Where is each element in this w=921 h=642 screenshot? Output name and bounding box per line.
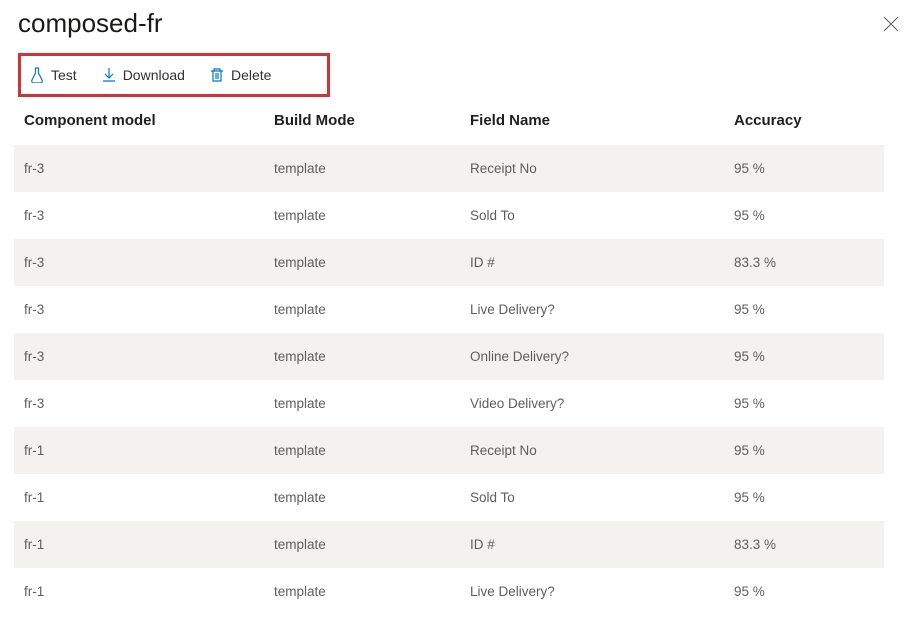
delete-label: Delete — [231, 67, 271, 83]
download-label: Download — [123, 67, 185, 83]
cell-field-name: Sold To — [460, 192, 724, 239]
panel-title: composed-fr — [18, 8, 163, 39]
cell-build-mode: template — [264, 145, 460, 192]
cell-field-name: Receipt No — [460, 427, 724, 474]
cell-component-model: fr-3 — [14, 145, 264, 192]
table-row[interactable]: fr-1templateReceipt No95 % — [14, 427, 884, 474]
cell-accuracy: 95 % — [724, 568, 884, 615]
close-icon — [883, 16, 899, 32]
cell-component-model: fr-1 — [14, 521, 264, 568]
table-row[interactable]: fr-3templateLive Delivery?95 % — [14, 286, 884, 333]
cell-build-mode: template — [264, 380, 460, 427]
cell-accuracy: 95 % — [724, 286, 884, 333]
download-button[interactable]: Download — [99, 63, 187, 87]
cell-accuracy: 95 % — [724, 474, 884, 521]
cell-build-mode: template — [264, 474, 460, 521]
delete-button[interactable]: Delete — [207, 63, 273, 87]
cell-field-name: Live Delivery? — [460, 568, 724, 615]
table-scroll-region[interactable]: Component model Build Mode Field Name Ac… — [14, 98, 917, 638]
cell-field-name: Sold To — [460, 474, 724, 521]
fields-table: Component model Build Mode Field Name Ac… — [14, 98, 884, 615]
table-row[interactable]: fr-1templateID #83.3 % — [14, 521, 884, 568]
test-button[interactable]: Test — [27, 63, 79, 87]
cell-accuracy: 95 % — [724, 333, 884, 380]
heading-row: composed-fr — [18, 8, 903, 39]
table-row[interactable]: fr-3templateSold To95 % — [14, 192, 884, 239]
cell-field-name: ID # — [460, 239, 724, 286]
cell-accuracy: 95 % — [724, 145, 884, 192]
cell-build-mode: template — [264, 192, 460, 239]
trash-icon — [209, 67, 225, 83]
cell-field-name: Receipt No — [460, 145, 724, 192]
cell-component-model: fr-3 — [14, 286, 264, 333]
table-row[interactable]: fr-3templateID #83.3 % — [14, 239, 884, 286]
download-icon — [101, 67, 117, 83]
close-button[interactable] — [879, 12, 903, 39]
flask-icon — [29, 67, 45, 83]
test-label: Test — [51, 67, 77, 83]
model-details-panel: composed-fr Test Download — [0, 0, 921, 642]
cell-field-name: Live Delivery? — [460, 286, 724, 333]
cell-accuracy: 83.3 % — [724, 239, 884, 286]
cell-field-name: Video Delivery? — [460, 380, 724, 427]
cell-component-model: fr-3 — [14, 239, 264, 286]
cell-accuracy: 95 % — [724, 427, 884, 474]
col-header-accuracy[interactable]: Accuracy — [724, 98, 884, 145]
cell-build-mode: template — [264, 239, 460, 286]
col-header-build-mode[interactable]: Build Mode — [264, 98, 460, 145]
cell-component-model: fr-1 — [14, 568, 264, 615]
col-header-field-name[interactable]: Field Name — [460, 98, 724, 145]
toolbar-highlight-box: Test Download Delete — [18, 53, 330, 97]
cell-build-mode: template — [264, 568, 460, 615]
cell-build-mode: template — [264, 286, 460, 333]
table-row[interactable]: fr-3templateOnline Delivery?95 % — [14, 333, 884, 380]
cell-field-name: ID # — [460, 521, 724, 568]
cell-component-model: fr-1 — [14, 474, 264, 521]
cell-build-mode: template — [264, 333, 460, 380]
table-row[interactable]: fr-1templateLive Delivery?95 % — [14, 568, 884, 615]
cell-accuracy: 83.3 % — [724, 521, 884, 568]
cell-component-model: fr-3 — [14, 380, 264, 427]
table-header-row: Component model Build Mode Field Name Ac… — [14, 98, 884, 145]
cell-build-mode: template — [264, 521, 460, 568]
table-row[interactable]: fr-3templateVideo Delivery?95 % — [14, 380, 884, 427]
cell-accuracy: 95 % — [724, 380, 884, 427]
cell-field-name: Online Delivery? — [460, 333, 724, 380]
cell-accuracy: 95 % — [724, 192, 884, 239]
cell-build-mode: template — [264, 427, 460, 474]
toolbar: Test Download Delete — [21, 63, 273, 87]
table-row[interactable]: fr-1templateSold To95 % — [14, 474, 884, 521]
cell-component-model: fr-3 — [14, 333, 264, 380]
cell-component-model: fr-3 — [14, 192, 264, 239]
col-header-component-model[interactable]: Component model — [14, 98, 264, 145]
table-row[interactable]: fr-3templateReceipt No95 % — [14, 145, 884, 192]
cell-component-model: fr-1 — [14, 427, 264, 474]
